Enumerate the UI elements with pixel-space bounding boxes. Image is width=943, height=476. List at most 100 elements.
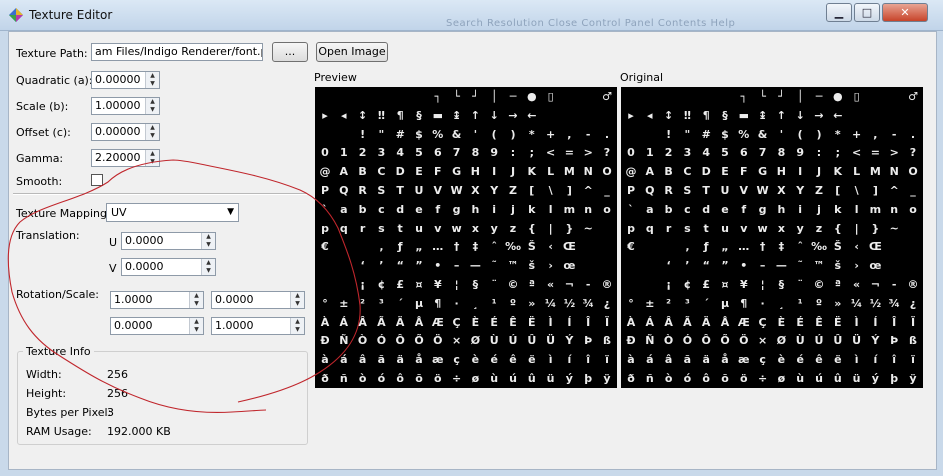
spin-up-icon[interactable]: ▲ (291, 318, 304, 326)
font-glyph: i (798, 202, 803, 216)
texture-mapping-select[interactable]: UV ▼ (106, 203, 239, 222)
offset-spinner[interactable]: ▲ ▼ (145, 124, 159, 140)
font-glyph: : (510, 146, 516, 160)
spin-down-icon[interactable]: ▼ (291, 326, 304, 334)
font-glyph: ¹ (797, 296, 803, 310)
close-button[interactable]: ✕ (882, 3, 928, 22)
spin-up-icon[interactable]: ▲ (291, 292, 304, 300)
title-bar[interactable]: Texture Editor Search Resolution Close C… (0, 0, 943, 31)
spinner[interactable]: ▲ ▼ (290, 292, 304, 308)
font-glyph: ’ (685, 259, 690, 273)
font-glyph: │ (490, 90, 498, 103)
font-glyph: ë (528, 353, 536, 367)
font-glyph: Ï (910, 315, 916, 329)
gamma-input[interactable]: 2.20000 ▲ ▼ (91, 149, 160, 167)
font-glyph: v (434, 221, 442, 235)
font-glyph: † (453, 240, 460, 254)
spinner[interactable]: ▲ ▼ (290, 318, 304, 334)
translation-u-input[interactable]: 0.0000 ▲ ▼ (121, 232, 216, 250)
spin-up-icon[interactable]: ▲ (146, 150, 159, 158)
rotation-scale-input-10[interactable]: 0.0000 ▲ ▼ (110, 317, 204, 335)
font-glyph: Ó (376, 334, 387, 348)
spin-up-icon[interactable]: ▲ (202, 233, 215, 241)
font-glyph: – (759, 259, 766, 273)
spin-down-icon[interactable]: ▼ (190, 300, 203, 308)
scale-spinner[interactable]: ▲ ▼ (145, 98, 159, 114)
rotation-scale-value: 1.0000 (215, 319, 254, 332)
rotation-scale-input-00[interactable]: 1.0000 ▲ ▼ (110, 291, 204, 309)
font-glyph: ü (852, 372, 861, 385)
spin-up-icon[interactable]: ▲ (190, 292, 203, 300)
font-glyph: ç (759, 353, 766, 367)
font-glyph: > (583, 146, 593, 160)
quadratic-spinner[interactable]: ▲ ▼ (145, 72, 159, 88)
font-glyph: ³ (378, 296, 384, 310)
texture-path-input[interactable]: am Files/Indigo Renderer/font.png (91, 43, 263, 61)
font-glyph: 0 (627, 146, 635, 160)
translation-u-spinner[interactable]: ▲ ▼ (201, 233, 215, 249)
font-glyph: 4 (702, 146, 711, 160)
font-glyph: r (665, 221, 672, 235)
font-glyph: Û (527, 334, 537, 348)
spin-up-icon[interactable]: ▲ (190, 318, 203, 326)
maximize-button[interactable]: □ (854, 3, 880, 22)
param-label-offset: Offset (c): (16, 126, 71, 139)
font-glyph: ↑ (776, 108, 786, 122)
font-glyph: C (683, 165, 692, 179)
font-glyph: ─ (509, 90, 517, 103)
rotation-scale-input-01[interactable]: 0.0000 ▲ ▼ (211, 291, 305, 309)
spin-down-icon[interactable]: ▼ (202, 267, 215, 275)
font-glyph: × (451, 334, 462, 348)
spin-up-icon[interactable]: ▲ (146, 72, 159, 80)
spin-down-icon[interactable]: ▼ (190, 326, 203, 334)
font-glyph: ) (510, 127, 516, 141)
spin-down-icon[interactable]: ▼ (146, 158, 159, 166)
font-glyph: à (627, 353, 635, 367)
minimize-button[interactable]: ▁ (826, 3, 852, 22)
font-glyph: ¹ (491, 296, 497, 310)
font-glyph: Õ (720, 334, 730, 348)
font-glyph: b (358, 202, 367, 216)
translation-v-input[interactable]: 0.0000 ▲ ▼ (121, 258, 216, 276)
font-glyph: Q (645, 184, 655, 197)
font-glyph: ¼ (850, 296, 863, 310)
font-glyph: œ (563, 259, 576, 273)
spinner[interactable]: ▲ ▼ (189, 292, 203, 308)
font-glyph: ß (603, 334, 611, 348)
scale-input[interactable]: 1.00000 ▲ ▼ (91, 97, 160, 115)
spin-down-icon[interactable]: ▼ (146, 132, 159, 140)
translation-v-spinner[interactable]: ▲ ▼ (201, 259, 215, 275)
font-glyph: C (377, 165, 386, 179)
open-image-button[interactable]: Open Image (316, 42, 388, 62)
spin-down-icon[interactable]: ▼ (291, 300, 304, 308)
font-glyph: O (602, 165, 612, 179)
spin-down-icon[interactable]: ▼ (146, 80, 159, 88)
font-glyph: ø (777, 372, 786, 385)
font-glyph: ó (377, 372, 386, 385)
font-glyph: ┘ (778, 90, 785, 103)
browse-button[interactable]: ... (272, 42, 308, 62)
chevron-down-icon[interactable]: ▼ (227, 204, 234, 221)
spin-up-icon[interactable]: ▲ (202, 259, 215, 267)
spin-up-icon[interactable]: ▲ (146, 98, 159, 106)
font-glyph: « (853, 278, 861, 291)
spinner[interactable]: ▲ ▼ (189, 318, 203, 334)
font-glyph: ƒ (703, 240, 709, 254)
spin-up-icon[interactable]: ▲ (146, 124, 159, 132)
quadratic-input[interactable]: 0.00000 ▲ ▼ (91, 71, 160, 89)
font-glyph: o (603, 202, 611, 216)
font-glyph: l (854, 202, 859, 216)
font-glyph: p (321, 221, 329, 235)
rotation-scale-input-11[interactable]: 1.0000 ▲ ▼ (211, 317, 305, 335)
offset-input[interactable]: 0.00000 ▲ ▼ (91, 123, 160, 141)
spin-down-icon[interactable]: ▼ (202, 241, 215, 249)
gamma-spinner[interactable]: ▲ ▼ (145, 150, 159, 166)
font-glyph: ¡ (360, 278, 366, 291)
spin-down-icon[interactable]: ▼ (146, 106, 159, 114)
font-glyph: Â (664, 315, 673, 329)
font-glyph: └ (759, 90, 766, 103)
info-value-width: 256 (107, 368, 128, 381)
background-window-menu: Search Resolution Close Control Panel Co… (446, 18, 736, 29)
font-glyph: Á (339, 315, 349, 329)
smooth-checkbox[interactable] (91, 174, 103, 186)
